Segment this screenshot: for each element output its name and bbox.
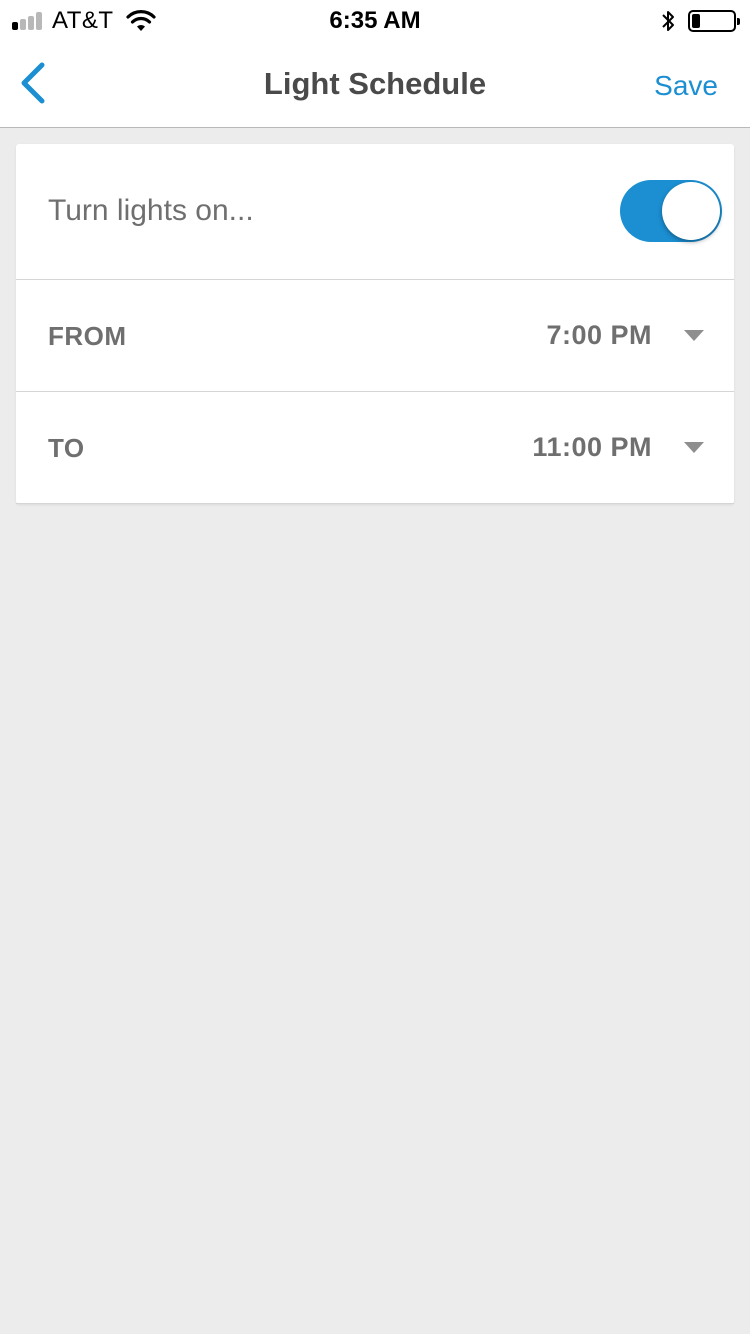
wifi-icon	[125, 10, 156, 31]
signal-strength-icon	[12, 12, 44, 30]
save-button[interactable]: Save	[654, 70, 718, 102]
toggle-label: Turn lights on...	[48, 194, 254, 227]
carrier-name: AT&T	[52, 7, 114, 34]
page-title: Light Schedule	[263, 66, 487, 101]
back-button[interactable]	[12, 58, 52, 108]
battery-level	[692, 14, 700, 28]
battery-icon	[688, 10, 740, 32]
bluetooth-icon	[662, 11, 674, 31]
to-label: TO	[48, 433, 85, 463]
from-time-value: 7:00 PM	[546, 320, 652, 350]
status-bar: AT&T 6:35 AM	[0, 0, 750, 40]
toggle-knob	[662, 182, 720, 240]
chevron-left-icon	[21, 62, 45, 104]
caret-down-icon	[684, 330, 704, 341]
schedule-card: Turn lights on... FROM 7:00 PM TO 11:00 …	[16, 144, 734, 504]
status-left: AT&T	[12, 7, 156, 34]
lights-toggle-switch[interactable]	[620, 180, 722, 242]
from-time-row[interactable]: FROM 7:00 PM	[16, 280, 734, 392]
lights-toggle-row: Turn lights on...	[16, 144, 734, 280]
status-right	[660, 8, 740, 34]
from-label: FROM	[48, 321, 127, 351]
caret-down-icon	[684, 442, 704, 453]
to-time-value: 11:00 PM	[532, 432, 652, 462]
nav-bar: Light Schedule Save	[0, 40, 750, 128]
to-time-row[interactable]: TO 11:00 PM	[16, 392, 734, 504]
